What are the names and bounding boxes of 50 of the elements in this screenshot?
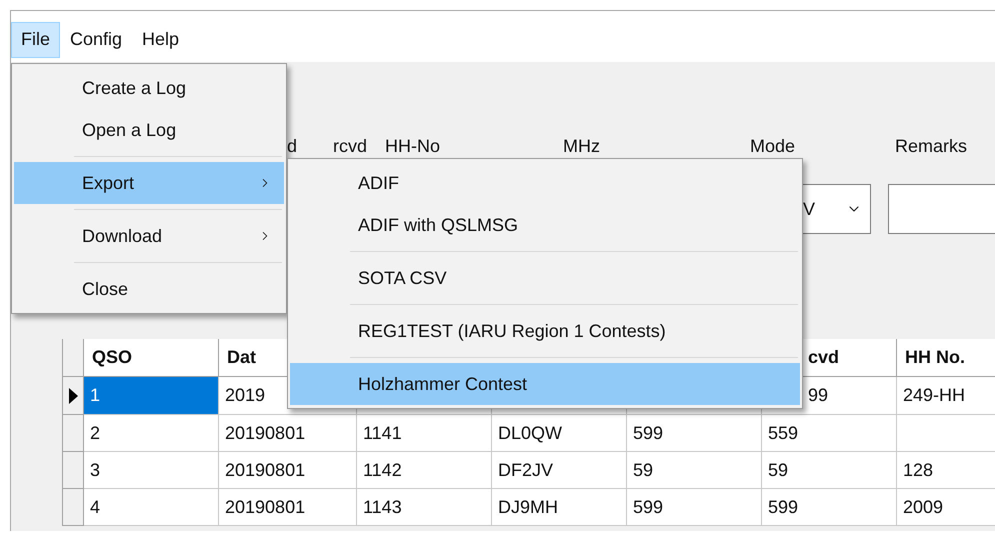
menu-item[interactable]: SOTA CSV — [290, 257, 800, 299]
table-cell: 20190801 — [225, 422, 306, 444]
table-cell: 2019 — [225, 385, 266, 406]
table-cell: 59 — [633, 460, 654, 480]
table-cell: 1141 — [363, 422, 402, 444]
table-cell: 20190801 — [225, 496, 306, 518]
table-cell: 99 — [808, 385, 828, 406]
menu-title[interactable]: File — [11, 22, 60, 58]
column-header: Dat — [227, 347, 256, 368]
menu-item[interactable]: Open a Log — [14, 109, 284, 151]
field-label: Mode — [750, 135, 796, 158]
table-cell: 249-HH — [903, 385, 966, 406]
menu-item[interactable]: REG1TEST (IARU Region 1 Contests) — [290, 310, 800, 352]
table-cell: 4 — [84, 489, 219, 526]
remarks-input[interactable] — [888, 184, 995, 234]
table-cell: 2009 — [903, 496, 944, 518]
table-cell: 1142 — [363, 460, 402, 480]
menu-item[interactable]: Download — [14, 215, 284, 257]
mode-dropdown[interactable]: V — [801, 184, 871, 234]
field-label: rcvd — [333, 135, 368, 158]
table-cell: 1143 — [363, 496, 402, 518]
table-cell: 20190801 — [225, 460, 306, 480]
menu-item[interactable]: Holzhammer Contest — [290, 363, 800, 405]
table-cell: 59 — [768, 460, 788, 480]
table-cell: DF2JV — [498, 460, 554, 480]
menu-title[interactable]: Config — [60, 22, 132, 58]
table-cell: 599 — [633, 422, 664, 444]
field-label: HH-No — [385, 135, 442, 158]
column-header: HH No. — [905, 347, 965, 368]
menu-item[interactable]: Create a Log — [14, 67, 284, 109]
menu-item[interactable]: Close — [14, 268, 284, 310]
table-cell: 3 — [84, 452, 219, 489]
menu-item[interactable]: Export — [14, 162, 284, 204]
field-label: d — [287, 135, 298, 158]
table-cell: 2 — [84, 415, 219, 452]
table-cell: 599 — [768, 496, 798, 518]
table-cell: 599 — [633, 496, 664, 518]
field-label: MHz — [563, 135, 601, 158]
field-label: Remarks — [895, 135, 968, 158]
table-cell: 559 — [768, 422, 798, 444]
table-cell: 128 — [903, 460, 934, 480]
table-cell: DL0QW — [498, 422, 562, 444]
column-header: QSO — [92, 347, 132, 368]
row-header[interactable] — [63, 377, 84, 415]
menu-title[interactable]: Help — [132, 22, 190, 58]
table-cell: DJ9MH — [498, 496, 558, 518]
column-header: cvd — [808, 347, 840, 368]
menu-item[interactable]: ADIF with QSLMSG — [290, 204, 800, 246]
menu-item[interactable]: ADIF — [290, 162, 800, 204]
table-cell: 1 — [84, 377, 219, 415]
